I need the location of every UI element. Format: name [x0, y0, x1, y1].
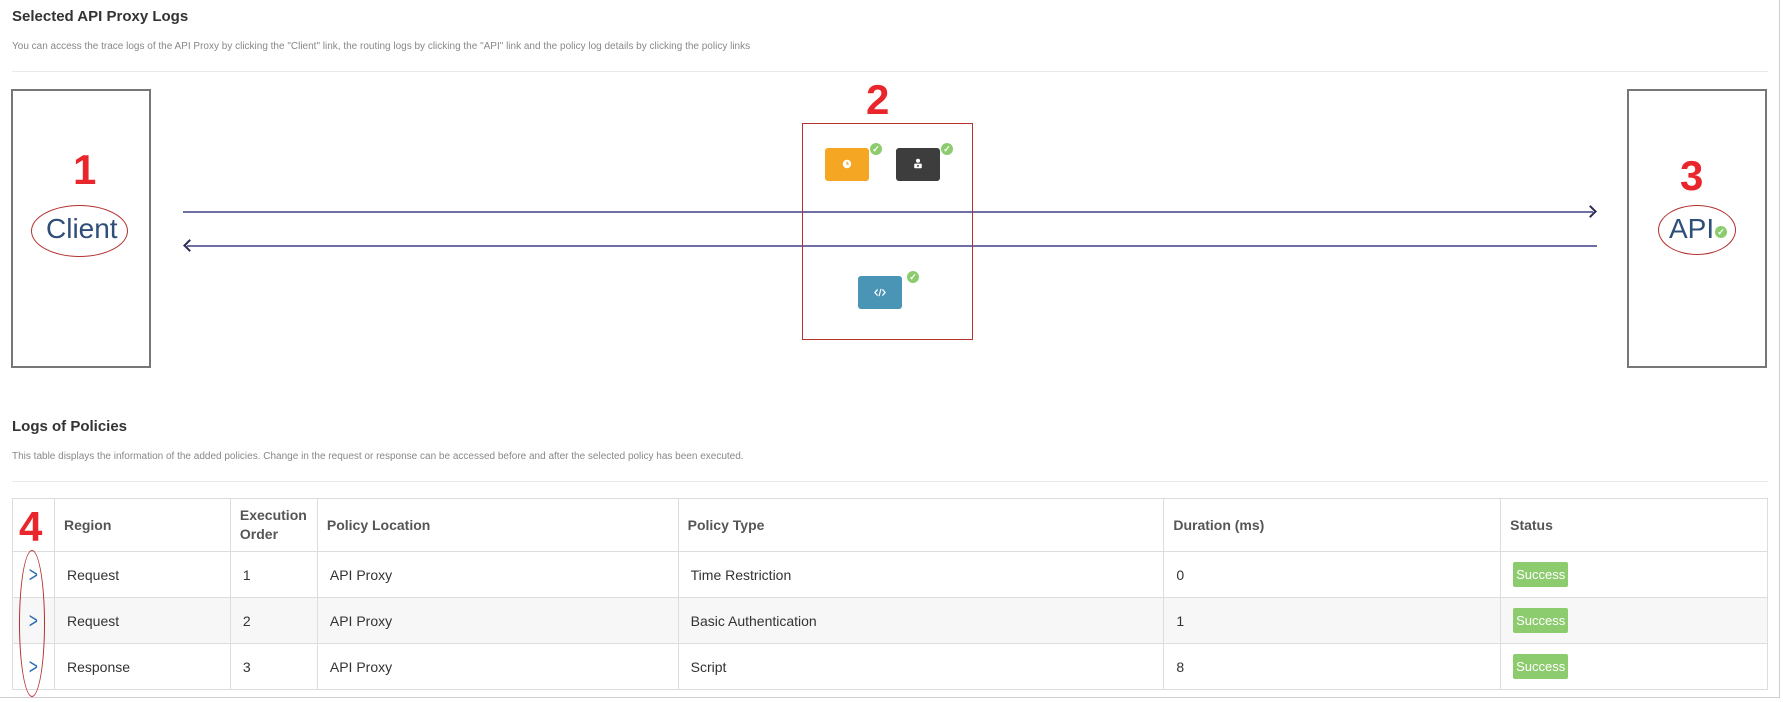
user-lock-icon: [913, 156, 923, 174]
cell-location: API Proxy: [316, 551, 679, 598]
divider: [12, 481, 1768, 482]
section-description-policy-logs: This table displays the information of t…: [12, 451, 744, 462]
cell-location: API Proxy: [316, 597, 679, 644]
policy-script-button[interactable]: [858, 276, 902, 309]
policy-logs-table: Region Execution Order Policy Location P…: [12, 498, 1768, 690]
column-header-execution-order: Execution Order: [229, 498, 318, 552]
section-title-policy-logs: Logs of Policies: [12, 418, 128, 435]
clock-icon: [842, 156, 852, 174]
check-icon: ✓: [907, 271, 919, 283]
table-header-row: Region Execution Order Policy Location P…: [12, 498, 1768, 552]
column-header-policy-type: Policy Type: [677, 498, 1165, 552]
annotation-marker-3: 3: [1680, 152, 1704, 199]
check-icon: ✓: [870, 143, 882, 155]
cell-region: Request: [53, 551, 231, 598]
cell-status: Success: [1500, 643, 1768, 690]
cell-status: Success: [1500, 551, 1768, 598]
divider: [12, 71, 1768, 72]
column-header-region: Region: [53, 498, 231, 552]
api-box: 3 API ✓: [1627, 89, 1767, 368]
status-badge: Success: [1513, 562, 1569, 587]
expand-column-highlight-ellipse: [19, 550, 45, 697]
annotation-marker-1: 1: [73, 146, 97, 193]
check-icon: ✓: [1715, 226, 1727, 238]
table-row: > Request 2 API Proxy Basic Authenticati…: [12, 597, 1768, 644]
table-row: > Request 1 API Proxy Time Restriction 0…: [12, 551, 1768, 598]
cell-order: 1: [229, 551, 318, 598]
code-icon: [874, 284, 886, 302]
client-link[interactable]: Client: [46, 213, 118, 245]
check-icon: ✓: [941, 143, 953, 155]
cell-order: 3: [229, 643, 318, 690]
cell-type: Basic Authentication: [677, 597, 1165, 644]
annotation-marker-4: 4: [19, 503, 43, 550]
policy-basic-authentication-button[interactable]: [896, 148, 940, 181]
cell-type: Script: [677, 643, 1165, 690]
cell-duration: 0: [1163, 551, 1502, 598]
annotation-marker-2: 2: [866, 76, 890, 123]
cell-region: Request: [53, 597, 231, 644]
client-box: 1 Client: [11, 89, 151, 368]
table-row: > Response 3 API Proxy Script 8 Success: [12, 643, 1768, 690]
cell-region: Response: [53, 643, 231, 690]
cell-duration: 1: [1163, 597, 1502, 644]
column-header-policy-location: Policy Location: [316, 498, 679, 552]
status-badge: Success: [1513, 608, 1569, 633]
policy-time-restriction-button[interactable]: [825, 148, 869, 181]
section-description-proxy-logs: You can access the trace logs of the API…: [12, 41, 751, 52]
api-link[interactable]: API: [1669, 213, 1714, 245]
cell-order: 2: [229, 597, 318, 644]
status-badge: Success: [1513, 654, 1569, 679]
policy-group-box: ✓ ✓ ✓: [802, 123, 973, 340]
column-header-status: Status: [1500, 498, 1768, 552]
cell-status: Success: [1500, 597, 1768, 644]
column-header-duration: Duration (ms): [1163, 498, 1502, 552]
section-title-proxy-logs: Selected API Proxy Logs: [12, 8, 189, 25]
cell-type: Time Restriction: [677, 551, 1165, 598]
cell-location: API Proxy: [316, 643, 679, 690]
cell-duration: 8: [1163, 643, 1502, 690]
